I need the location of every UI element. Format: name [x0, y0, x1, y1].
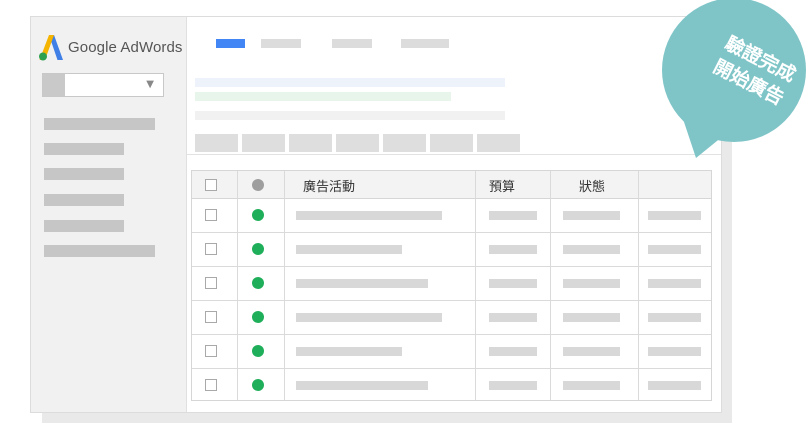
budget-value — [489, 313, 537, 322]
extra-value — [648, 245, 701, 254]
extra-value — [648, 347, 701, 356]
column-divider — [284, 171, 285, 400]
status-dot-enabled — [252, 243, 264, 255]
column-divider — [550, 171, 551, 400]
row-checkbox[interactable] — [205, 277, 217, 289]
sidebar-item-4[interactable] — [44, 194, 124, 206]
toolbar-button-7[interactable] — [477, 134, 520, 152]
status-value — [563, 381, 620, 390]
filter-bar-3 — [195, 111, 505, 120]
select-all-checkbox[interactable] — [205, 179, 217, 191]
main-panel: 廣告活動 預算 狀態 — [187, 17, 721, 412]
status-value — [563, 245, 620, 254]
column-divider — [475, 171, 476, 400]
column-header-campaign[interactable]: 廣告活動 — [303, 176, 355, 195]
callout-bubble: 驗證完成 開始廣告 — [658, 0, 811, 160]
campaign-name[interactable] — [296, 347, 402, 356]
sidebar: Google AdWords ▼ — [31, 17, 187, 412]
row-divider — [192, 334, 711, 335]
adwords-logo: Google AdWords — [38, 33, 183, 61]
status-dot-enabled — [252, 209, 264, 221]
sidebar-item-6[interactable] — [44, 245, 155, 257]
filter-bar-1 — [195, 78, 505, 87]
toolbar-button-1[interactable] — [195, 134, 238, 152]
toolbar-button-6[interactable] — [430, 134, 473, 152]
row-divider — [192, 368, 711, 369]
extra-value — [648, 211, 701, 220]
sidebar-item-5[interactable] — [44, 220, 124, 232]
tab-2[interactable] — [261, 39, 301, 48]
budget-value — [489, 279, 537, 288]
column-header-status[interactable]: 狀態 — [579, 176, 605, 195]
campaign-name[interactable] — [296, 279, 428, 288]
sidebar-item-2[interactable] — [44, 143, 124, 155]
filter-bar-2 — [195, 92, 451, 101]
budget-value — [489, 381, 537, 390]
toolbar-button-3[interactable] — [289, 134, 332, 152]
adwords-logo-icon — [39, 35, 63, 61]
row-checkbox[interactable] — [205, 209, 217, 221]
table-header: 廣告活動 預算 狀態 — [192, 171, 711, 199]
toolbar-button-2[interactable] — [242, 134, 285, 152]
extra-value — [648, 313, 701, 322]
row-divider — [192, 232, 711, 233]
sidebar-item-3[interactable] — [44, 168, 124, 180]
status-value — [563, 347, 620, 356]
row-checkbox[interactable] — [205, 345, 217, 357]
budget-value — [489, 211, 537, 220]
tab-campaigns[interactable] — [216, 39, 245, 48]
tab-4[interactable] — [401, 39, 449, 48]
row-checkbox[interactable] — [205, 379, 217, 391]
toolbar-button-4[interactable] — [336, 134, 379, 152]
status-dot-header — [252, 179, 264, 191]
row-divider — [192, 300, 711, 301]
column-divider — [237, 171, 238, 400]
account-chip — [43, 74, 65, 96]
extra-value — [648, 381, 701, 390]
logo-text: Google AdWords — [68, 38, 183, 56]
campaign-table: 廣告活動 預算 狀態 — [191, 170, 712, 401]
sidebar-item-1[interactable] — [44, 118, 155, 130]
campaign-name[interactable] — [296, 211, 442, 220]
adwords-window: Google AdWords ▼ 廣告活動 預算 狀態 — [30, 16, 722, 413]
budget-value — [489, 347, 537, 356]
toolbar-divider — [187, 154, 721, 155]
row-checkbox[interactable] — [205, 311, 217, 323]
status-value — [563, 313, 620, 322]
row-divider — [192, 266, 711, 267]
status-dot-enabled — [252, 379, 264, 391]
status-dot-enabled — [252, 277, 264, 289]
toolbar-button-5[interactable] — [383, 134, 426, 152]
status-value — [563, 211, 620, 220]
campaign-name[interactable] — [296, 381, 428, 390]
column-divider — [638, 171, 639, 400]
account-selector[interactable]: ▼ — [42, 73, 164, 97]
status-value — [563, 279, 620, 288]
budget-value — [489, 245, 537, 254]
chevron-down-icon: ▼ — [146, 79, 154, 90]
row-checkbox[interactable] — [205, 243, 217, 255]
campaign-name[interactable] — [296, 245, 402, 254]
status-dot-enabled — [252, 345, 264, 357]
extra-value — [648, 279, 701, 288]
campaign-name[interactable] — [296, 313, 442, 322]
tab-3[interactable] — [332, 39, 372, 48]
column-header-budget[interactable]: 預算 — [489, 176, 515, 195]
status-dot-enabled — [252, 311, 264, 323]
